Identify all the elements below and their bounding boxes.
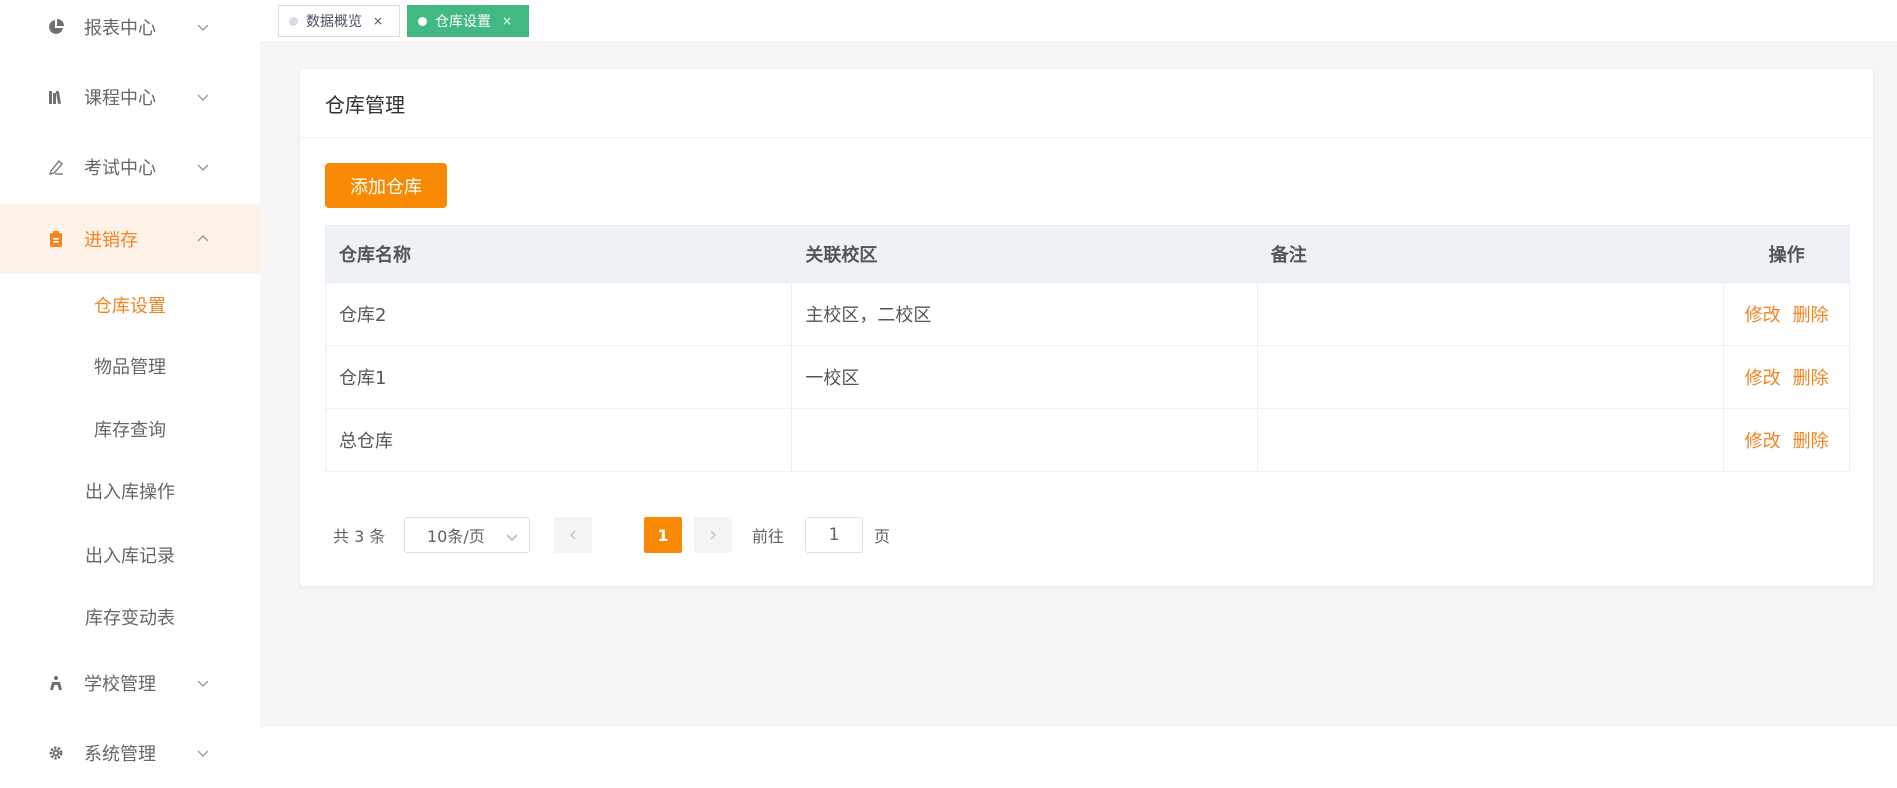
page-number-current[interactable]: 1 <box>644 517 682 553</box>
sidebar-subitem-in-out-records[interactable]: 出入库记录 <box>0 527 260 583</box>
gear-icon <box>47 744 65 762</box>
sidebar: 报表中心 课程中心 考试中心 进销存 仓库设置 物品管理 库存查询 出入库操作 … <box>0 0 260 784</box>
sidebar-item-label: 系统管理 <box>84 744 156 765</box>
chevron-right-icon <box>710 530 716 540</box>
column-header-note: 备注 <box>1258 226 1725 282</box>
tab-data-overview[interactable]: 数据概览 × <box>278 5 400 37</box>
sidebar-item-school[interactable]: 学校管理 <box>0 648 260 718</box>
sidebar-item-reports[interactable]: 报表中心 <box>0 0 260 62</box>
tab-dot <box>289 16 298 26</box>
pen-icon <box>47 158 65 176</box>
cell-campus <box>792 409 1258 471</box>
prev-page-button[interactable] <box>554 517 592 553</box>
tab-warehouse-settings[interactable]: 仓库设置 × <box>407 5 529 37</box>
cell-campus: 主校区，二校区 <box>792 283 1258 345</box>
goto-label: 前往 <box>752 527 785 546</box>
card-title: 仓库管理 <box>300 69 1873 138</box>
chevron-down-icon <box>196 160 210 174</box>
warehouse-table: 仓库名称 关联校区 备注 操作 仓库2 主校区，二校区 修改 删除 仓库1 一校… <box>325 225 1850 472</box>
chevron-down-icon <box>196 90 210 104</box>
delete-link[interactable]: 删除 <box>1793 301 1829 327</box>
cell-actions: 修改 删除 <box>1724 283 1849 345</box>
goto-page-input[interactable] <box>805 517 863 553</box>
chevron-down-icon <box>196 20 210 34</box>
table-row: 仓库1 一校区 修改 删除 <box>326 345 1849 408</box>
cell-note <box>1258 283 1725 345</box>
sidebar-subitem-warehouse-settings[interactable]: 仓库设置 <box>0 277 260 333</box>
cell-note <box>1258 409 1725 471</box>
cell-note <box>1258 346 1725 408</box>
main-content: 数据概览 × 仓库设置 × 仓库管理 添加仓库 仓库名称 关联校区 备注 操作 … <box>260 0 1897 727</box>
sidebar-item-exams[interactable]: 考试中心 <box>0 132 260 202</box>
sidebar-item-label: 学校管理 <box>84 674 156 695</box>
sidebar-item-label: 考试中心 <box>84 158 156 179</box>
chevron-left-icon <box>570 530 576 540</box>
cell-warehouse-name: 仓库2 <box>326 283 793 345</box>
sidebar-item-label: 进销存 <box>84 230 138 251</box>
close-icon[interactable]: × <box>502 14 512 28</box>
column-header-name: 仓库名称 <box>326 226 793 282</box>
clipboard-icon <box>47 230 65 248</box>
cell-campus: 一校区 <box>792 346 1258 408</box>
sidebar-item-label: 课程中心 <box>84 88 156 109</box>
page-size-value: 10条/页 <box>427 527 485 546</box>
warehouse-card: 仓库管理 添加仓库 仓库名称 关联校区 备注 操作 仓库2 主校区，二校区 修改… <box>300 69 1873 586</box>
page-size-select[interactable]: 10条/页 <box>404 517 530 553</box>
cell-warehouse-name: 仓库1 <box>326 346 793 408</box>
chevron-up-icon <box>196 232 210 246</box>
sidebar-item-label: 报表中心 <box>84 18 156 39</box>
sidebar-subitem-stock-query[interactable]: 库存查询 <box>0 401 260 457</box>
sidebar-item-system[interactable]: 系统管理 <box>0 718 260 788</box>
sidebar-item-inventory[interactable]: 进销存 <box>0 204 260 274</box>
table-header-row: 仓库名称 关联校区 备注 操作 <box>326 226 1849 282</box>
cell-actions: 修改 删除 <box>1724 409 1849 471</box>
close-icon[interactable]: × <box>373 14 383 28</box>
school-icon <box>47 674 65 692</box>
next-page-button[interactable] <box>694 517 732 553</box>
sidebar-item-courses[interactable]: 课程中心 <box>0 62 260 132</box>
tab-dot <box>418 16 427 26</box>
cell-actions: 修改 删除 <box>1724 346 1849 408</box>
sidebar-subitem-stock-change-report[interactable]: 库存变动表 <box>0 589 260 645</box>
chevron-down-icon <box>505 529 519 543</box>
chevron-down-icon <box>196 676 210 690</box>
pagination-total: 共 3 条 <box>333 527 386 546</box>
sidebar-subitem-item-management[interactable]: 物品管理 <box>0 338 260 394</box>
sidebar-subitem-in-out-operation[interactable]: 出入库操作 <box>0 463 260 519</box>
edit-link[interactable]: 修改 <box>1745 301 1781 327</box>
edit-link[interactable]: 修改 <box>1745 427 1781 453</box>
books-icon <box>47 88 65 106</box>
goto-suffix: 页 <box>874 527 891 546</box>
tab-label: 数据概览 <box>306 14 362 30</box>
delete-link[interactable]: 删除 <box>1793 427 1829 453</box>
tab-label: 仓库设置 <box>435 14 491 30</box>
edit-link[interactable]: 修改 <box>1745 364 1781 390</box>
column-header-campus: 关联校区 <box>792 226 1258 282</box>
cell-warehouse-name: 总仓库 <box>326 409 793 471</box>
add-warehouse-button[interactable]: 添加仓库 <box>325 163 447 208</box>
column-header-actions: 操作 <box>1768 245 1805 266</box>
table-row: 总仓库 修改 删除 <box>326 408 1849 471</box>
delete-link[interactable]: 删除 <box>1793 364 1829 390</box>
pagination: 共 3 条 10条/页 1 前往 页 <box>333 517 1833 553</box>
table-row: 仓库2 主校区，二校区 修改 删除 <box>326 282 1849 345</box>
tab-bar: 数据概览 × 仓库设置 × <box>260 0 1897 43</box>
chevron-down-icon <box>196 746 210 760</box>
pie-chart-icon <box>47 18 65 36</box>
